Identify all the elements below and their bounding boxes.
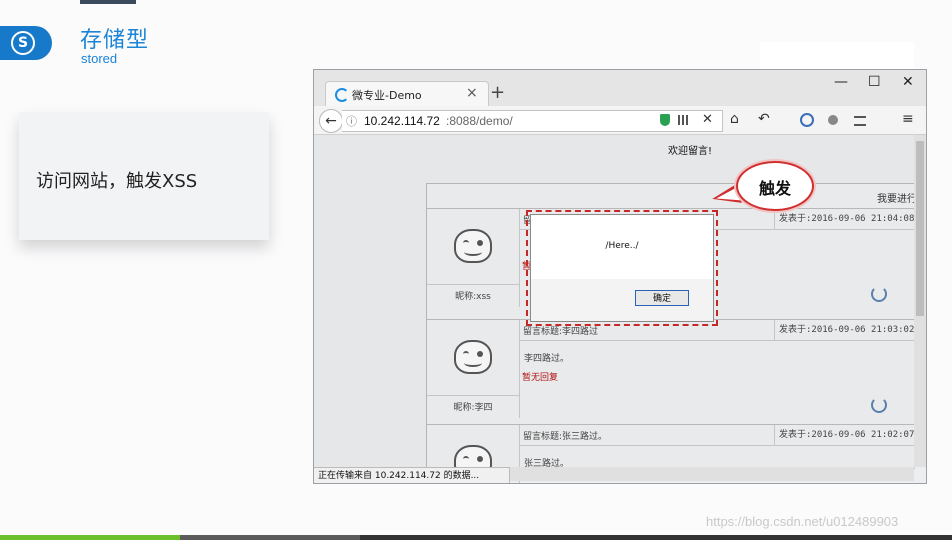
url-path: :8088/demo/ [446, 114, 513, 128]
url-bar[interactable]: ⓘ 10.242.114.72 :8088/demo/ ✕ [342, 110, 723, 132]
post-title-row: 留言标题:张三路过。 发表于:2016-09-06 21:02:07 [519, 425, 915, 446]
bottom-bar [0, 535, 952, 540]
ok-button[interactable]: 确定 [635, 290, 689, 306]
dollar-coin-icon: S [11, 31, 35, 55]
avatar-cell [427, 320, 520, 395]
bottom-bar-green [0, 535, 180, 540]
description-card: 访问网站，触发XSS [19, 112, 269, 240]
hamburger-menu-icon[interactable]: ≡ [902, 111, 914, 127]
post-title-row: 留言标题:李四路过 发表于:2016-09-06 21:03:02 [519, 320, 915, 341]
alert-message-area: /Here../ [531, 215, 713, 279]
url-host: 10.242.114.72 [364, 114, 440, 128]
post-title: 留言标题:张三路过。 [523, 432, 608, 442]
card-text: 访问网站，触发XSS [36, 171, 198, 192]
loading-spinner-icon [335, 88, 349, 102]
avatar-cell [427, 209, 520, 284]
extension-globe-icon[interactable] [800, 113, 814, 127]
stored-logo: S [0, 26, 52, 60]
qr-code-icon[interactable] [678, 115, 688, 125]
extension-tool-icon[interactable] [854, 116, 866, 126]
info-icon[interactable]: ⓘ [346, 113, 357, 129]
slide-subtitle: stored [81, 51, 118, 66]
post-item: 昵称:李四 留言标题:李四路过 发表于:2016-09-06 21:03:02 … [427, 319, 915, 428]
avatar-face-icon [454, 229, 492, 263]
refresh-icon[interactable] [871, 397, 887, 413]
slide-title: 存储型 [80, 28, 150, 53]
tab-demo[interactable]: 微专业-Demo × [325, 81, 489, 107]
alert-dialog: /Here../ 确定 [526, 210, 718, 326]
trigger-callout: 触发 [736, 161, 814, 211]
horizontal-scrollbar[interactable] [510, 467, 914, 481]
undo-icon[interactable]: ↶ [758, 111, 770, 127]
alert-message: /Here../ [605, 241, 639, 251]
post-time: 发表于:2016-09-06 21:04:08 [774, 209, 915, 229]
post-title: 留言标题:李四路过 [523, 327, 599, 337]
post-time: 发表于:2016-09-06 21:02:07 [774, 425, 915, 445]
post-body: 李四路过。 [524, 354, 570, 364]
post-reply: 暂无回复 [522, 373, 559, 383]
status-bar: 正在传输来自 10.242.114.72 的数据... [314, 467, 510, 483]
tab-close-icon[interactable]: × [466, 85, 478, 101]
back-button[interactable]: ← [319, 109, 343, 133]
post-nick: 昵称:李四 [453, 403, 493, 413]
extension-gear-icon[interactable] [828, 115, 838, 125]
vertical-scrollbar[interactable] [914, 135, 926, 467]
callout-text: 触发 [758, 179, 791, 198]
post-nick: 昵称:xss [455, 292, 491, 302]
tab-title: 微专业-Demo [352, 89, 422, 102]
refresh-icon[interactable] [871, 286, 887, 302]
browser-window: 微专业-Demo × + — ☐ ✕ ← ⓘ 10.242.114.72 :80… [313, 69, 927, 484]
new-tab-button[interactable]: + [490, 82, 505, 103]
board-header[interactable]: 我要进行 [877, 190, 917, 205]
tab-bar: 微专业-Demo × + — ☐ ✕ [314, 70, 926, 107]
minimize-button[interactable]: — [834, 74, 848, 90]
shield-icon[interactable] [660, 114, 670, 126]
navigation-bar: ← ⓘ 10.242.114.72 :8088/demo/ ✕ ⌂ ↶ ≡ [314, 106, 926, 135]
avatar-face-icon [454, 340, 492, 374]
scroll-thumb[interactable] [916, 141, 924, 316]
post-time: 发表于:2016-09-06 21:03:02 [774, 320, 915, 340]
clear-url-icon[interactable]: ✕ [702, 112, 713, 127]
welcome-text: 欢迎留言! [668, 146, 713, 157]
bottom-bar-gray [180, 535, 360, 540]
top-accent-line [80, 0, 136, 4]
maximize-button[interactable]: ☐ [868, 74, 881, 90]
close-window-button[interactable]: ✕ [902, 74, 914, 90]
nick-cell: 昵称:李四 [427, 395, 520, 418]
watermark: https://blog.csdn.net/u012489903 [706, 514, 899, 529]
home-icon[interactable]: ⌂ [730, 111, 739, 127]
nick-cell: 昵称:xss [427, 284, 520, 307]
